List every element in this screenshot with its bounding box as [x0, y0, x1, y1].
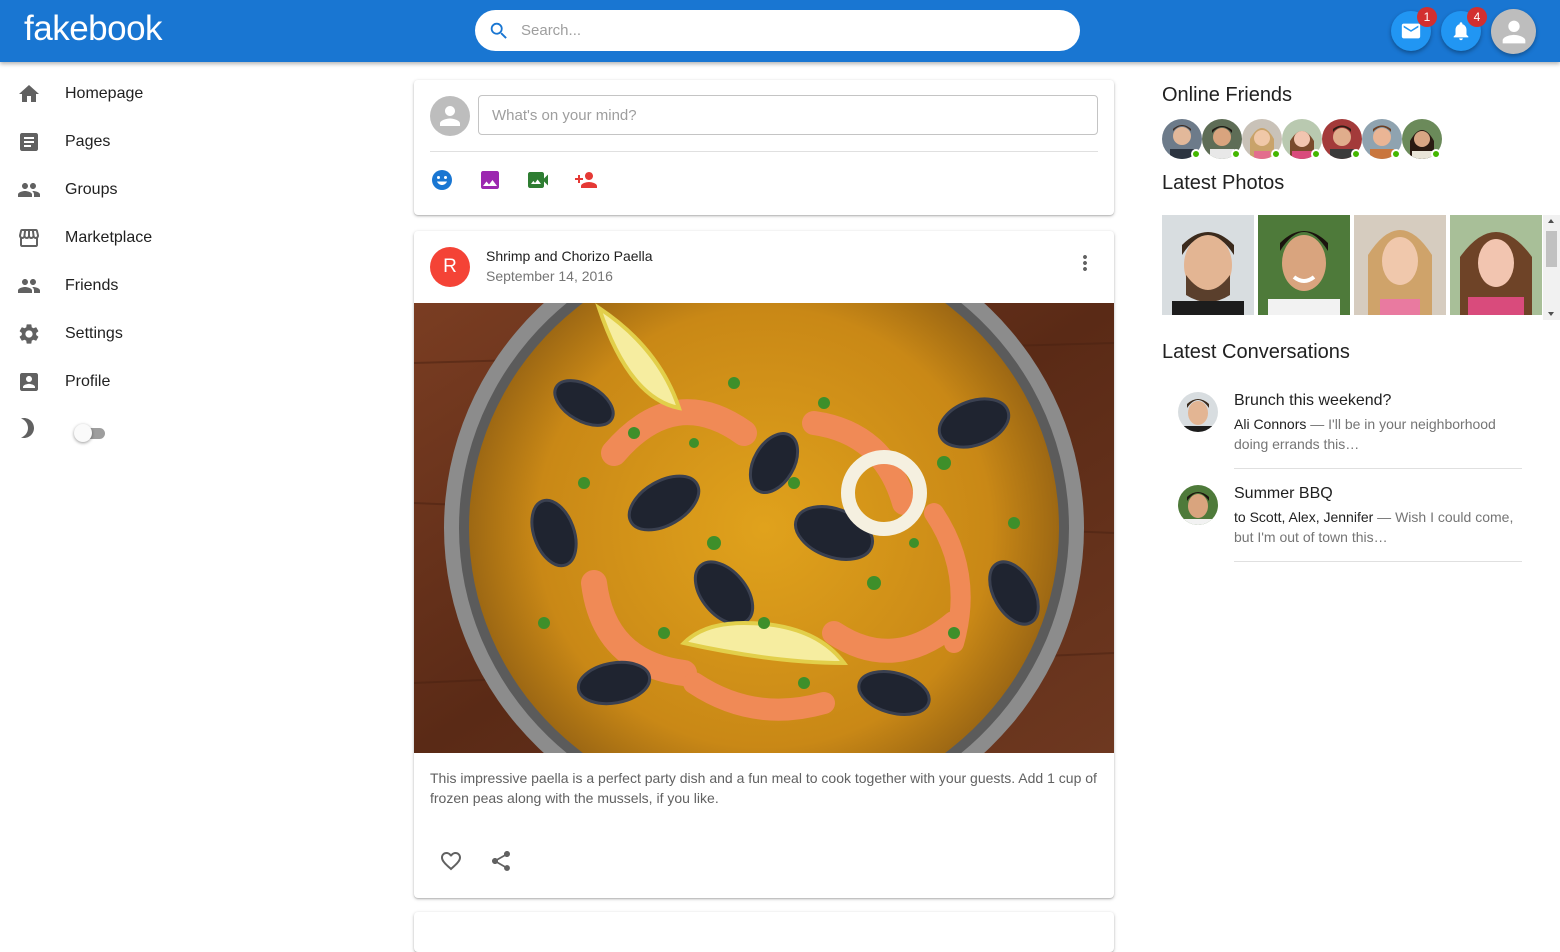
search-bar[interactable]: [475, 10, 1080, 51]
photos-scrollbar[interactable]: [1543, 215, 1560, 320]
latest-conversations-title: Latest Conversations: [1162, 341, 1350, 363]
online-friend[interactable]: [1402, 119, 1442, 159]
conversation-divider: [1234, 468, 1522, 469]
photo-tile[interactable]: [1354, 215, 1446, 315]
moon-icon: [21, 418, 34, 438]
latest-photos-title: Latest Photos: [1162, 172, 1285, 194]
share-icon[interactable]: [489, 849, 513, 873]
mail-badge: 1: [1417, 7, 1437, 27]
notifications-badge: 4: [1467, 7, 1487, 27]
conversation-preview: Ali Connors — I'll be in your neighborho…: [1234, 414, 1514, 454]
latest-photos-grid: [1162, 215, 1543, 320]
account-box-icon: [20, 373, 38, 391]
sidebar-item-label: Profile: [65, 373, 111, 390]
sidebar-item-label: Settings: [65, 325, 123, 342]
post-description: This impressive paella is a perfect part…: [430, 770, 1097, 806]
app-bar: fakebook 1 4: [0, 0, 1560, 62]
online-friend[interactable]: [1322, 119, 1362, 159]
article-icon: [20, 133, 38, 151]
people-icon: [18, 279, 40, 293]
conversation-title: Brunch this weekend?: [1234, 392, 1392, 409]
store-icon: [19, 229, 39, 247]
paella-picture: [414, 303, 1114, 753]
conversation-preview: to Scott, Alex, Jennifer — Wish I could …: [1234, 507, 1514, 547]
photo-tile[interactable]: [1450, 215, 1542, 315]
next-post-card: [414, 912, 1114, 952]
more-vert-icon[interactable]: [1073, 251, 1097, 275]
composer-input[interactable]: [478, 95, 1098, 135]
conversation-item[interactable]: Summer BBQ to Scott, Alex, Jennifer — Wi…: [1162, 485, 1522, 565]
mail-button[interactable]: 1: [1391, 7, 1437, 51]
online-friend[interactable]: [1282, 119, 1322, 159]
sidebar-item-label: Marketplace: [65, 229, 153, 246]
sidebar-item-homepage[interactable]: Homepage: [0, 70, 250, 118]
post-avatar[interactable]: R: [430, 247, 470, 287]
conversation-avatar: [1178, 485, 1218, 525]
sidebar-item-label: Friends: [65, 277, 119, 294]
search-input[interactable]: [521, 18, 1061, 42]
photo-icon[interactable]: [478, 168, 502, 192]
sidebar-item-groups[interactable]: Groups: [0, 166, 250, 214]
scrollbar-thumb[interactable]: [1546, 231, 1557, 267]
sidebar-item-profile[interactable]: Profile: [0, 358, 250, 406]
post-card: R Shrimp and Chorizo Paella September 14…: [414, 231, 1114, 898]
people-icon: [18, 183, 40, 197]
post-date: September 14, 2016: [486, 268, 613, 284]
sidebar-item-label: Groups: [65, 181, 118, 198]
gear-icon: [19, 324, 39, 344]
conversation-sender: to Scott, Alex, Jennifer: [1234, 509, 1374, 525]
post-title: Shrimp and Chorizo Paella: [486, 248, 653, 264]
composer-avatar: [430, 96, 470, 136]
home-icon: [19, 85, 39, 102]
notifications-button[interactable]: 4: [1441, 7, 1487, 51]
video-icon[interactable]: [526, 168, 550, 192]
add-person-icon[interactable]: [574, 168, 598, 192]
composer-divider: [430, 151, 1098, 152]
sidebar-item-friends[interactable]: Friends: [0, 262, 250, 310]
post-composer: [414, 80, 1114, 215]
online-friends-title: Online Friends: [1162, 84, 1293, 106]
online-friend[interactable]: [1202, 119, 1242, 159]
heart-icon[interactable]: [439, 849, 463, 873]
sidebar-item-label: Pages: [65, 133, 111, 150]
photo-tile[interactable]: [1258, 215, 1350, 315]
online-friend[interactable]: [1242, 119, 1282, 159]
account-avatar[interactable]: [1491, 9, 1536, 54]
sidebar-item-label: Homepage: [65, 85, 144, 102]
photo-tile[interactable]: [1162, 215, 1254, 315]
conversation-title: Summer BBQ: [1234, 485, 1333, 502]
conversation-divider: [1234, 561, 1522, 562]
sidebar: Homepage Pages Groups Marketplace Friend…: [0, 70, 250, 454]
dark-mode-row: [0, 406, 250, 454]
account-icon: [1502, 20, 1525, 43]
sidebar-item-pages[interactable]: Pages: [0, 118, 250, 166]
account-icon: [440, 106, 460, 126]
conversation-avatar: [1178, 392, 1218, 432]
emoji-icon[interactable]: [430, 168, 454, 192]
post-image: [414, 303, 1114, 753]
dark-mode-toggle[interactable]: [74, 424, 105, 442]
search-icon: [490, 22, 507, 39]
online-friend[interactable]: [1362, 119, 1402, 159]
app-logo[interactable]: fakebook: [24, 9, 163, 49]
sidebar-item-settings[interactable]: Settings: [0, 310, 250, 358]
conversation-sender: Ali Connors: [1234, 416, 1307, 432]
toggle-knob: [74, 424, 92, 442]
conversation-item[interactable]: Brunch this weekend? Ali Connors — I'll …: [1162, 392, 1522, 472]
online-friend[interactable]: [1162, 119, 1202, 159]
sidebar-item-marketplace[interactable]: Marketplace: [0, 214, 250, 262]
